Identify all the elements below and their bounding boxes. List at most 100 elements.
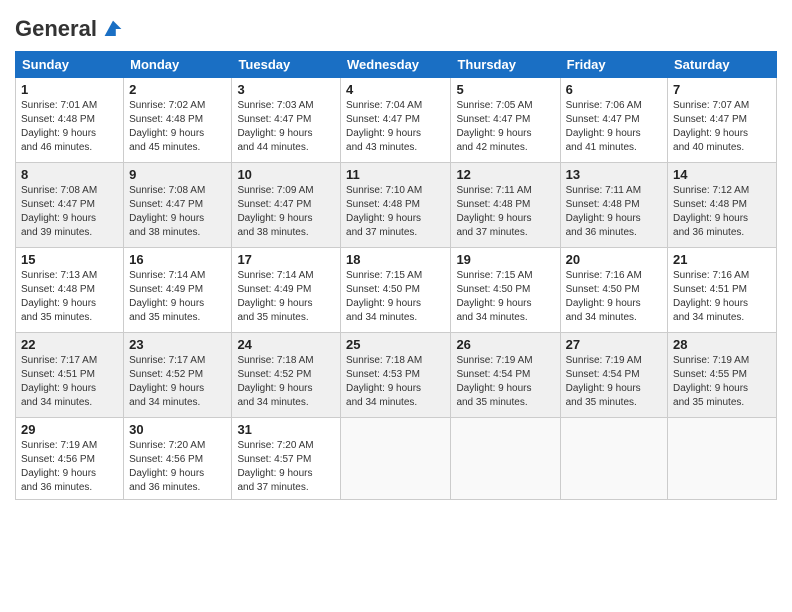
day-number: 8	[21, 167, 118, 182]
day-number: 10	[237, 167, 335, 182]
day-number: 11	[346, 167, 445, 182]
day-info: Sunrise: 7:14 AM Sunset: 4:49 PM Dayligh…	[237, 269, 335, 325]
calendar-cell: 16 Sunrise: 7:14 AM Sunset: 4:49 PM Dayli…	[124, 248, 232, 333]
day-number: 14	[673, 167, 771, 182]
day-number: 22	[21, 337, 118, 352]
day-info: Sunrise: 7:19 AM Sunset: 4:55 PM Dayligh…	[673, 354, 771, 410]
weekday-friday: Friday	[560, 52, 667, 78]
calendar-body: 1 Sunrise: 7:01 AM Sunset: 4:48 PM Daylig…	[16, 78, 777, 500]
day-info: Sunrise: 7:18 AM Sunset: 4:53 PM Dayligh…	[346, 354, 445, 410]
calendar-cell: 11 Sunrise: 7:10 AM Sunset: 4:48 PM Dayli…	[341, 163, 451, 248]
calendar-cell: 26Sunrise: 7:19 AM Sunset: 4:54 PM Dayli…	[451, 333, 560, 418]
calendar-cell: 13Sunrise: 7:11 AM Sunset: 4:48 PM Dayli…	[560, 163, 667, 248]
calendar-cell: 22 Sunrise: 7:17 AM Sunset: 4:51 PM Dayli…	[16, 333, 124, 418]
day-info: Sunrise: 7:15 AM Sunset: 4:50 PM Dayligh…	[456, 269, 554, 325]
calendar-cell: 30 Sunrise: 7:20 AM Sunset: 4:56 PM Dayli…	[124, 418, 232, 500]
logo-icon	[99, 15, 127, 43]
day-number: 31	[237, 422, 335, 437]
calendar-cell: 18Sunrise: 7:15 AM Sunset: 4:50 PM Dayli…	[341, 248, 451, 333]
day-number: 1	[21, 82, 118, 97]
calendar-cell	[341, 418, 451, 500]
day-number: 18	[346, 252, 445, 267]
day-info: Sunrise: 7:04 AM Sunset: 4:47 PM Dayligh…	[346, 99, 445, 155]
day-number: 16	[129, 252, 226, 267]
day-info: Sunrise: 7:19 AM Sunset: 4:56 PM Dayligh…	[21, 439, 118, 495]
calendar-cell: 15Sunrise: 7:13 AM Sunset: 4:48 PM Dayli…	[16, 248, 124, 333]
day-info: Sunrise: 7:07 AM Sunset: 4:47 PM Dayligh…	[673, 99, 771, 155]
weekday-thursday: Thursday	[451, 52, 560, 78]
day-info: Sunrise: 7:02 AM Sunset: 4:48 PM Dayligh…	[129, 99, 226, 155]
day-number: 4	[346, 82, 445, 97]
calendar-cell: 23Sunrise: 7:17 AM Sunset: 4:52 PM Dayli…	[124, 333, 232, 418]
day-info: Sunrise: 7:18 AM Sunset: 4:52 PM Dayligh…	[237, 354, 335, 410]
calendar-cell	[451, 418, 560, 500]
logo-text-general: General	[15, 17, 97, 41]
calendar-cell: 1 Sunrise: 7:01 AM Sunset: 4:48 PM Daylig…	[16, 78, 124, 163]
day-number: 30	[129, 422, 226, 437]
weekday-tuesday: Tuesday	[232, 52, 341, 78]
day-number: 3	[237, 82, 335, 97]
calendar-cell	[668, 418, 777, 500]
calendar-table: SundayMondayTuesdayWednesdayThursdayFrid…	[15, 51, 777, 500]
calendar-cell	[560, 418, 667, 500]
calendar-cell: 24 Sunrise: 7:18 AM Sunset: 4:52 PM Dayli…	[232, 333, 341, 418]
calendar-cell: 25Sunrise: 7:18 AM Sunset: 4:53 PM Dayli…	[341, 333, 451, 418]
weekday-sunday: Sunday	[16, 52, 124, 78]
day-info: Sunrise: 7:20 AM Sunset: 4:56 PM Dayligh…	[129, 439, 226, 495]
header: General	[15, 10, 777, 43]
day-info: Sunrise: 7:16 AM Sunset: 4:51 PM Dayligh…	[673, 269, 771, 325]
calendar-cell: 31 Sunrise: 7:20 AM Sunset: 4:57 PM Dayli…	[232, 418, 341, 500]
page-container: General SundayMondayTuesdayWednesdayThur…	[0, 0, 792, 505]
calendar-cell: 10 Sunrise: 7:09 AM Sunset: 4:47 PM Dayli…	[232, 163, 341, 248]
day-number: 24	[237, 337, 335, 352]
day-info: Sunrise: 7:06 AM Sunset: 4:47 PM Dayligh…	[566, 99, 662, 155]
day-info: Sunrise: 7:20 AM Sunset: 4:57 PM Dayligh…	[237, 439, 335, 495]
day-number: 5	[456, 82, 554, 97]
day-info: Sunrise: 7:11 AM Sunset: 4:48 PM Dayligh…	[456, 184, 554, 240]
calendar-cell: 21 Sunrise: 7:16 AM Sunset: 4:51 PM Dayli…	[668, 248, 777, 333]
day-number: 26	[456, 337, 554, 352]
calendar-cell: 7 Sunrise: 7:07 AM Sunset: 4:47 PM Daylig…	[668, 78, 777, 163]
day-number: 23	[129, 337, 226, 352]
calendar-cell: 27Sunrise: 7:19 AM Sunset: 4:54 PM Dayli…	[560, 333, 667, 418]
day-number: 27	[566, 337, 662, 352]
calendar-cell: 12Sunrise: 7:11 AM Sunset: 4:48 PM Dayli…	[451, 163, 560, 248]
weekday-header-row: SundayMondayTuesdayWednesdayThursdayFrid…	[16, 52, 777, 78]
calendar-cell: 6 Sunrise: 7:06 AM Sunset: 4:47 PM Daylig…	[560, 78, 667, 163]
day-info: Sunrise: 7:08 AM Sunset: 4:47 PM Dayligh…	[21, 184, 118, 240]
day-info: Sunrise: 7:16 AM Sunset: 4:50 PM Dayligh…	[566, 269, 662, 325]
calendar-week-2: 8 Sunrise: 7:08 AM Sunset: 4:47 PM Daylig…	[16, 163, 777, 248]
weekday-wednesday: Wednesday	[341, 52, 451, 78]
day-info: Sunrise: 7:17 AM Sunset: 4:51 PM Dayligh…	[21, 354, 118, 410]
day-number: 7	[673, 82, 771, 97]
calendar-cell: 29 Sunrise: 7:19 AM Sunset: 4:56 PM Dayli…	[16, 418, 124, 500]
day-number: 19	[456, 252, 554, 267]
calendar-week-4: 22 Sunrise: 7:17 AM Sunset: 4:51 PM Dayli…	[16, 333, 777, 418]
calendar-cell: 9 Sunrise: 7:08 AM Sunset: 4:47 PM Daylig…	[124, 163, 232, 248]
calendar-cell: 2 Sunrise: 7:02 AM Sunset: 4:48 PM Daylig…	[124, 78, 232, 163]
day-info: Sunrise: 7:10 AM Sunset: 4:48 PM Dayligh…	[346, 184, 445, 240]
day-number: 6	[566, 82, 662, 97]
day-number: 21	[673, 252, 771, 267]
calendar-cell: 4 Sunrise: 7:04 AM Sunset: 4:47 PM Daylig…	[341, 78, 451, 163]
day-info: Sunrise: 7:03 AM Sunset: 4:47 PM Dayligh…	[237, 99, 335, 155]
calendar-cell: 5Sunrise: 7:05 AM Sunset: 4:47 PM Daylig…	[451, 78, 560, 163]
day-number: 20	[566, 252, 662, 267]
logo: General	[15, 15, 127, 43]
day-number: 9	[129, 167, 226, 182]
calendar-cell: 3 Sunrise: 7:03 AM Sunset: 4:47 PM Daylig…	[232, 78, 341, 163]
weekday-monday: Monday	[124, 52, 232, 78]
day-number: 13	[566, 167, 662, 182]
weekday-saturday: Saturday	[668, 52, 777, 78]
day-info: Sunrise: 7:09 AM Sunset: 4:47 PM Dayligh…	[237, 184, 335, 240]
day-number: 28	[673, 337, 771, 352]
calendar-cell: 17Sunrise: 7:14 AM Sunset: 4:49 PM Dayli…	[232, 248, 341, 333]
day-number: 29	[21, 422, 118, 437]
day-info: Sunrise: 7:14 AM Sunset: 4:49 PM Dayligh…	[129, 269, 226, 325]
calendar-week-1: 1 Sunrise: 7:01 AM Sunset: 4:48 PM Daylig…	[16, 78, 777, 163]
day-number: 15	[21, 252, 118, 267]
day-info: Sunrise: 7:01 AM Sunset: 4:48 PM Dayligh…	[21, 99, 118, 155]
day-number: 2	[129, 82, 226, 97]
day-info: Sunrise: 7:08 AM Sunset: 4:47 PM Dayligh…	[129, 184, 226, 240]
calendar-cell: 8 Sunrise: 7:08 AM Sunset: 4:47 PM Daylig…	[16, 163, 124, 248]
